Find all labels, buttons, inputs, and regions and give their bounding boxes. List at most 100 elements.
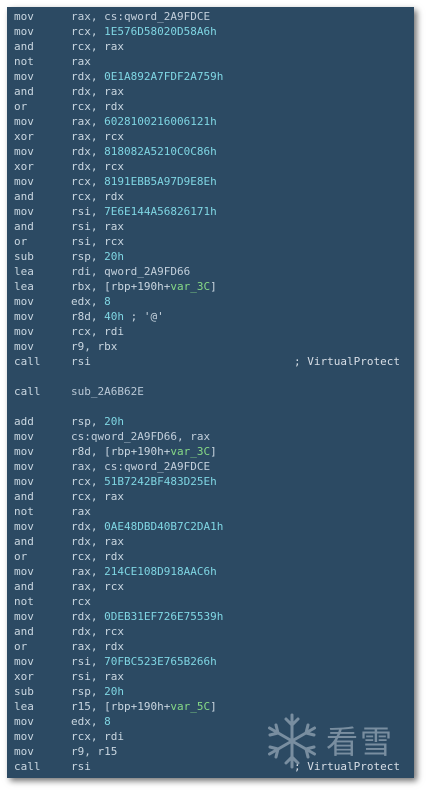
operands: edx, 8	[71, 714, 111, 729]
register-operand: rax	[71, 55, 91, 68]
snowflake-icon	[268, 713, 316, 769]
symbol-operand[interactable]: rdi, qword_2A9FD66	[71, 265, 190, 278]
operands: rdx, 0DEB31EF726E75539h	[71, 609, 223, 624]
hex-literal: 40h	[104, 310, 124, 323]
register-operand: rsp,	[71, 250, 105, 263]
register-operand: rcx,	[71, 175, 105, 188]
hex-literal: 20h	[104, 415, 124, 428]
hex-literal: 8191EBB5A97D9E8Eh	[104, 175, 217, 188]
operands: rcx, rdi	[71, 324, 124, 339]
hex-literal: 6028100216006121h	[104, 115, 217, 128]
operands: rcx, rdi	[71, 729, 124, 744]
operands: rcx, rax	[71, 489, 124, 504]
mnemonic: mov	[14, 430, 34, 443]
operands: rax, cs:qword_2A9FDCE	[71, 9, 210, 24]
mnemonic: or	[14, 235, 28, 248]
mnemonic: call	[14, 760, 41, 773]
register-operand: rsp,	[71, 685, 105, 698]
operands: rsp, 20h	[71, 249, 124, 264]
mnemonic: xor	[14, 670, 34, 683]
operands: r8d, 40h ; '@'	[71, 309, 164, 324]
hex-literal: 51B7242BF483D25Eh	[104, 475, 217, 488]
hex-literal: 0E1A892A7FDF2A759h	[104, 70, 224, 83]
hex-literal: 214CE108D918AAC6h	[104, 565, 217, 578]
hex-literal: 20h	[104, 685, 124, 698]
hex-literal: 20h	[104, 250, 124, 263]
operands: rbx, [rbp+190h+var_3C]	[71, 279, 217, 294]
register-operand: rcx	[71, 595, 91, 608]
register-operand: rax,	[71, 115, 105, 128]
operands: rax, cs:qword_2A9FDCE	[71, 459, 210, 474]
symbol-operand[interactable]: cs:qword_2A9FD66, rax	[71, 430, 210, 443]
hex-literal: 0AE48DBD40B7C2DA1h	[104, 520, 224, 533]
disassembly-view[interactable]: mov rax, cs:qword_2A9FDCE mov rcx, 1E576D58…	[7, 7, 414, 778]
operands: rsi, rax	[71, 219, 124, 234]
hex-literal: 8	[104, 715, 111, 728]
mnemonic: mov	[14, 445, 34, 458]
hex-literal: 818082A5210C0C86h	[104, 145, 217, 158]
operands: rdi, qword_2A9FD66	[71, 264, 190, 279]
register-operand: rcx, rax	[71, 40, 124, 53]
mnemonic: xor	[14, 160, 34, 173]
operands: rsi, rcx	[71, 234, 124, 249]
register-operand: rcx, rdi	[71, 730, 124, 743]
operands: rsi	[71, 354, 91, 369]
operands: sub_2A6B62E	[71, 384, 144, 399]
operands: r9, r15	[71, 744, 117, 759]
operands: rcx	[71, 594, 91, 609]
register-operand: rsi, rax	[71, 220, 124, 233]
operands: rdx, rcx	[71, 159, 124, 174]
register-operand: rcx, rdx	[71, 190, 124, 203]
mnemonic: and	[14, 535, 34, 548]
operands: rax, rcx	[71, 579, 124, 594]
hex-literal: 1E576D58020D58A6h	[104, 25, 217, 38]
operands: rdx, rax	[71, 534, 124, 549]
mnemonic: lea	[14, 280, 34, 293]
mnemonic: mov	[14, 325, 34, 338]
mnemonic: and	[14, 220, 34, 233]
register-operand: r9, rbx	[71, 340, 118, 353]
register-operand: rax, rcx	[71, 130, 124, 143]
register-operand: rdx,	[71, 610, 105, 623]
mnemonic: lea	[14, 265, 34, 278]
register-operand: r15, [rbp+190h+	[71, 700, 171, 713]
mnemonic: mov	[14, 475, 34, 488]
stack-variable[interactable]: var_5C	[170, 700, 210, 713]
operands: rax, 6028100216006121h	[71, 114, 217, 129]
mnemonic: not	[14, 55, 34, 68]
symbol-operand[interactable]: rax, cs:qword_2A9FDCE	[71, 10, 210, 23]
register-operand: rdx,	[71, 520, 105, 533]
register-operand: rdx, rcx	[71, 160, 124, 173]
symbol-operand[interactable]: rax, cs:qword_2A9FDCE	[71, 460, 210, 473]
mnemonic: and	[14, 625, 34, 638]
register-operand: rsi	[71, 760, 91, 773]
mnemonic: mov	[14, 10, 34, 23]
mnemonic: not	[14, 595, 34, 608]
register-operand: rax, rdx	[71, 640, 124, 653]
register-operand: rdx,	[71, 70, 105, 83]
operands: rdx, rax	[71, 84, 124, 99]
stack-variable[interactable]: var_3C	[170, 280, 210, 293]
mnemonic: mov	[14, 25, 34, 38]
register-operand: rsi, rax	[71, 670, 124, 683]
register-operand: rax, rcx	[71, 580, 124, 593]
mnemonic: call	[14, 355, 41, 368]
register-operand: r8d, [rbp+190h+	[71, 445, 171, 458]
hex-literal: 7E6E144A56826171h	[104, 205, 217, 218]
mnemonic: mov	[14, 70, 34, 83]
register-operand: rsp,	[71, 415, 105, 428]
operands: rax	[71, 54, 91, 69]
register-operand: rcx, rax	[71, 490, 124, 503]
subroutine-name[interactable]: sub_2A6B62E	[71, 385, 144, 398]
stack-variable[interactable]: var_3C	[170, 445, 210, 458]
mnemonic: mov	[14, 145, 34, 158]
register-operand: rdx,	[71, 145, 105, 158]
operands: edx, 8	[71, 294, 111, 309]
register-operand: rsi, rcx	[71, 235, 124, 248]
register-operand: rcx, rdx	[71, 100, 124, 113]
register-operand: ; '@'	[124, 310, 164, 323]
mnemonic: and	[14, 190, 34, 203]
mnemonic: mov	[14, 520, 34, 533]
register-operand: rdx, rcx	[71, 625, 124, 638]
operands: r9, rbx	[71, 339, 117, 354]
